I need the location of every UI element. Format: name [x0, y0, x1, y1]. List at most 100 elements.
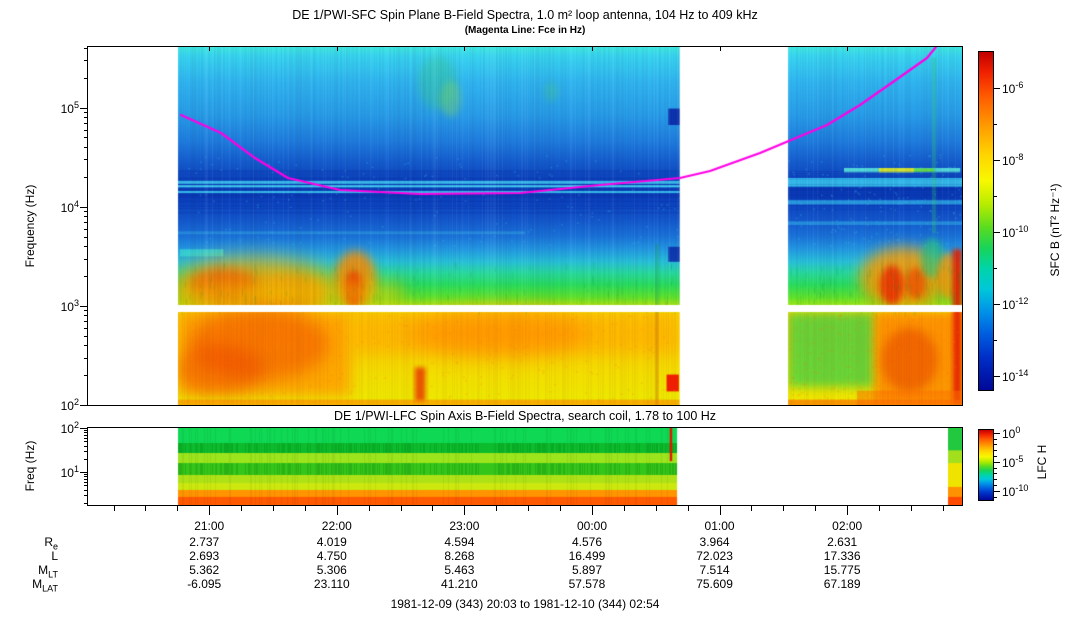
sfc-y-minor-tick [84, 117, 88, 118]
x-minor-tick [815, 506, 816, 511]
sfc-y-minor-tick [84, 345, 88, 346]
sfc-cbar-minor-tick [993, 196, 997, 197]
sfc-cbar-tick [993, 160, 1000, 161]
plot-page: DE 1/PWI-SFC Spin Plane B-Field Spectra,… [0, 0, 1083, 620]
ephemeris-value: 4.576 [571, 535, 602, 549]
ephemeris-value: 2.631 [827, 535, 858, 549]
lfc-y-minor-tick [84, 503, 88, 504]
sfc-y-minor-tick [84, 237, 88, 238]
sfc-y-minor-tick [84, 48, 88, 49]
x-minor-tick [241, 506, 242, 511]
lfc-y-major-tick [80, 472, 88, 473]
ephemeris-value: 4.019 [316, 535, 347, 549]
ephemeris-value: 3.964 [699, 535, 730, 549]
sfc-cbar-tick-label: 10-6 [1002, 80, 1024, 96]
x-minor-tick [496, 506, 497, 511]
lfc-y-minor-tick [84, 432, 88, 433]
sfc-ytick-label: 104 [60, 199, 79, 215]
time-range-footer: 1981-12-09 (343) 20:03 to 1981-12-10 (34… [390, 597, 660, 611]
sfc-cbar-tick-label: 10-8 [1002, 152, 1024, 168]
ephemeris-value: 23.110 [313, 577, 350, 591]
lfc-colorbar [978, 429, 994, 501]
hour-label: 00:00 [576, 519, 607, 533]
sfc-cbar-tick-label: 10-14 [1002, 368, 1029, 384]
sfc-top-tick [337, 47, 338, 51]
x-minor-tick [145, 506, 146, 511]
sfc-top-tick [847, 47, 848, 51]
sfc-frequency-axis-label: Frequency (Hz) [23, 184, 37, 268]
sfc-y-minor-tick [84, 147, 88, 148]
sfc-spectrogram-canvas [88, 47, 962, 405]
lfc-cbar-tick [993, 433, 1000, 434]
sfc-y-minor-tick [84, 375, 88, 376]
x-minor-tick [560, 506, 561, 511]
sfc-y-minor-tick [84, 358, 88, 359]
ephemeris-value: 4.594 [444, 535, 475, 549]
sfc-ytick-label: 105 [60, 100, 79, 116]
sfc-y-minor-tick [84, 211, 88, 212]
sfc-top-tick [592, 47, 593, 51]
hour-label: 02:00 [832, 519, 863, 533]
lfc-y-minor-tick [84, 438, 88, 439]
ephemeris-value: 67.189 [823, 577, 861, 591]
lfc-y-major-tick [80, 428, 88, 429]
ephemeris-value: 5.306 [316, 563, 347, 577]
x-major-tick [209, 506, 210, 515]
ephemeris-value: 5.362 [189, 563, 220, 577]
ephemeris-value: -6.095 [187, 577, 222, 591]
sfc-y-minor-tick [84, 78, 88, 79]
x-major-tick [337, 506, 338, 515]
x-minor-tick [114, 506, 115, 511]
sfc-colorbar-label: SFC B (nT² Hz⁻¹) [1048, 183, 1062, 277]
ephemeris-value: 4.750 [316, 549, 347, 563]
sfc-ytick-label: 103 [60, 298, 79, 314]
x-minor-tick [656, 506, 657, 511]
sfc-y-minor-tick [84, 177, 88, 178]
hour-label: 21:00 [194, 519, 225, 533]
ephemeris-value: 17.336 [823, 549, 861, 563]
sfc-y-minor-tick [84, 112, 88, 113]
ephemeris-value: 57.578 [568, 577, 606, 591]
ephemeris-value: 15.775 [823, 563, 861, 577]
lfc-y-minor-tick [84, 451, 88, 452]
x-minor-tick [432, 506, 433, 511]
sfc-y-minor-tick [84, 137, 88, 138]
sfc-y-major-tick [80, 207, 88, 208]
x-minor-tick [624, 506, 625, 511]
lfc-y-minor-tick [84, 474, 88, 475]
sfc-y-minor-tick [84, 336, 88, 337]
ephemeris-value: 75.609 [696, 577, 733, 591]
sfc-cbar-tick [993, 232, 1000, 233]
lfc-cbar-minor-tick [993, 485, 997, 486]
sfc-top-tick [209, 47, 210, 51]
ephemeris-value: 5.463 [444, 563, 475, 577]
x-minor-tick [783, 506, 784, 511]
x-minor-tick [177, 506, 178, 511]
x-major-tick [592, 506, 593, 515]
sfc-top-tick [720, 47, 721, 51]
x-major-tick [464, 506, 465, 515]
lfc-frequency-axis-label: Freq (Hz) [23, 440, 37, 492]
lfc-cbar-tick-label: 10-5 [1002, 454, 1024, 470]
lfc-cbar-tick [993, 491, 1000, 492]
lfc-cbar-minor-tick [993, 473, 997, 474]
sfc-cbar-tick-label: 10-12 [1002, 296, 1029, 312]
hour-label: 01:00 [704, 519, 735, 533]
ephemeris-value: 2.693 [189, 549, 220, 563]
lfc-cbar-minor-tick [993, 439, 997, 440]
lfc-cbar-minor-tick [993, 444, 997, 445]
lfc-spectrogram-panel [87, 427, 963, 506]
lfc-ytick-label: 101 [60, 464, 79, 480]
ephemeris-value: 5.897 [571, 563, 602, 577]
lfc-spectrogram-canvas [88, 428, 962, 505]
sfc-cbar-minor-tick [993, 340, 997, 341]
sfc-subtitle: (Magenta Line: Fce in Hz) [464, 25, 586, 36]
lfc-y-minor-tick [84, 490, 88, 491]
sfc-cbar-tick [993, 376, 1000, 377]
lfc-y-minor-tick [84, 435, 88, 436]
sfc-y-minor-tick [84, 310, 88, 311]
sfc-y-minor-tick [84, 246, 88, 247]
ephemeris-value: 72.023 [696, 549, 733, 563]
sfc-y-major-tick [80, 108, 88, 109]
sfc-y-major-tick [80, 405, 88, 406]
